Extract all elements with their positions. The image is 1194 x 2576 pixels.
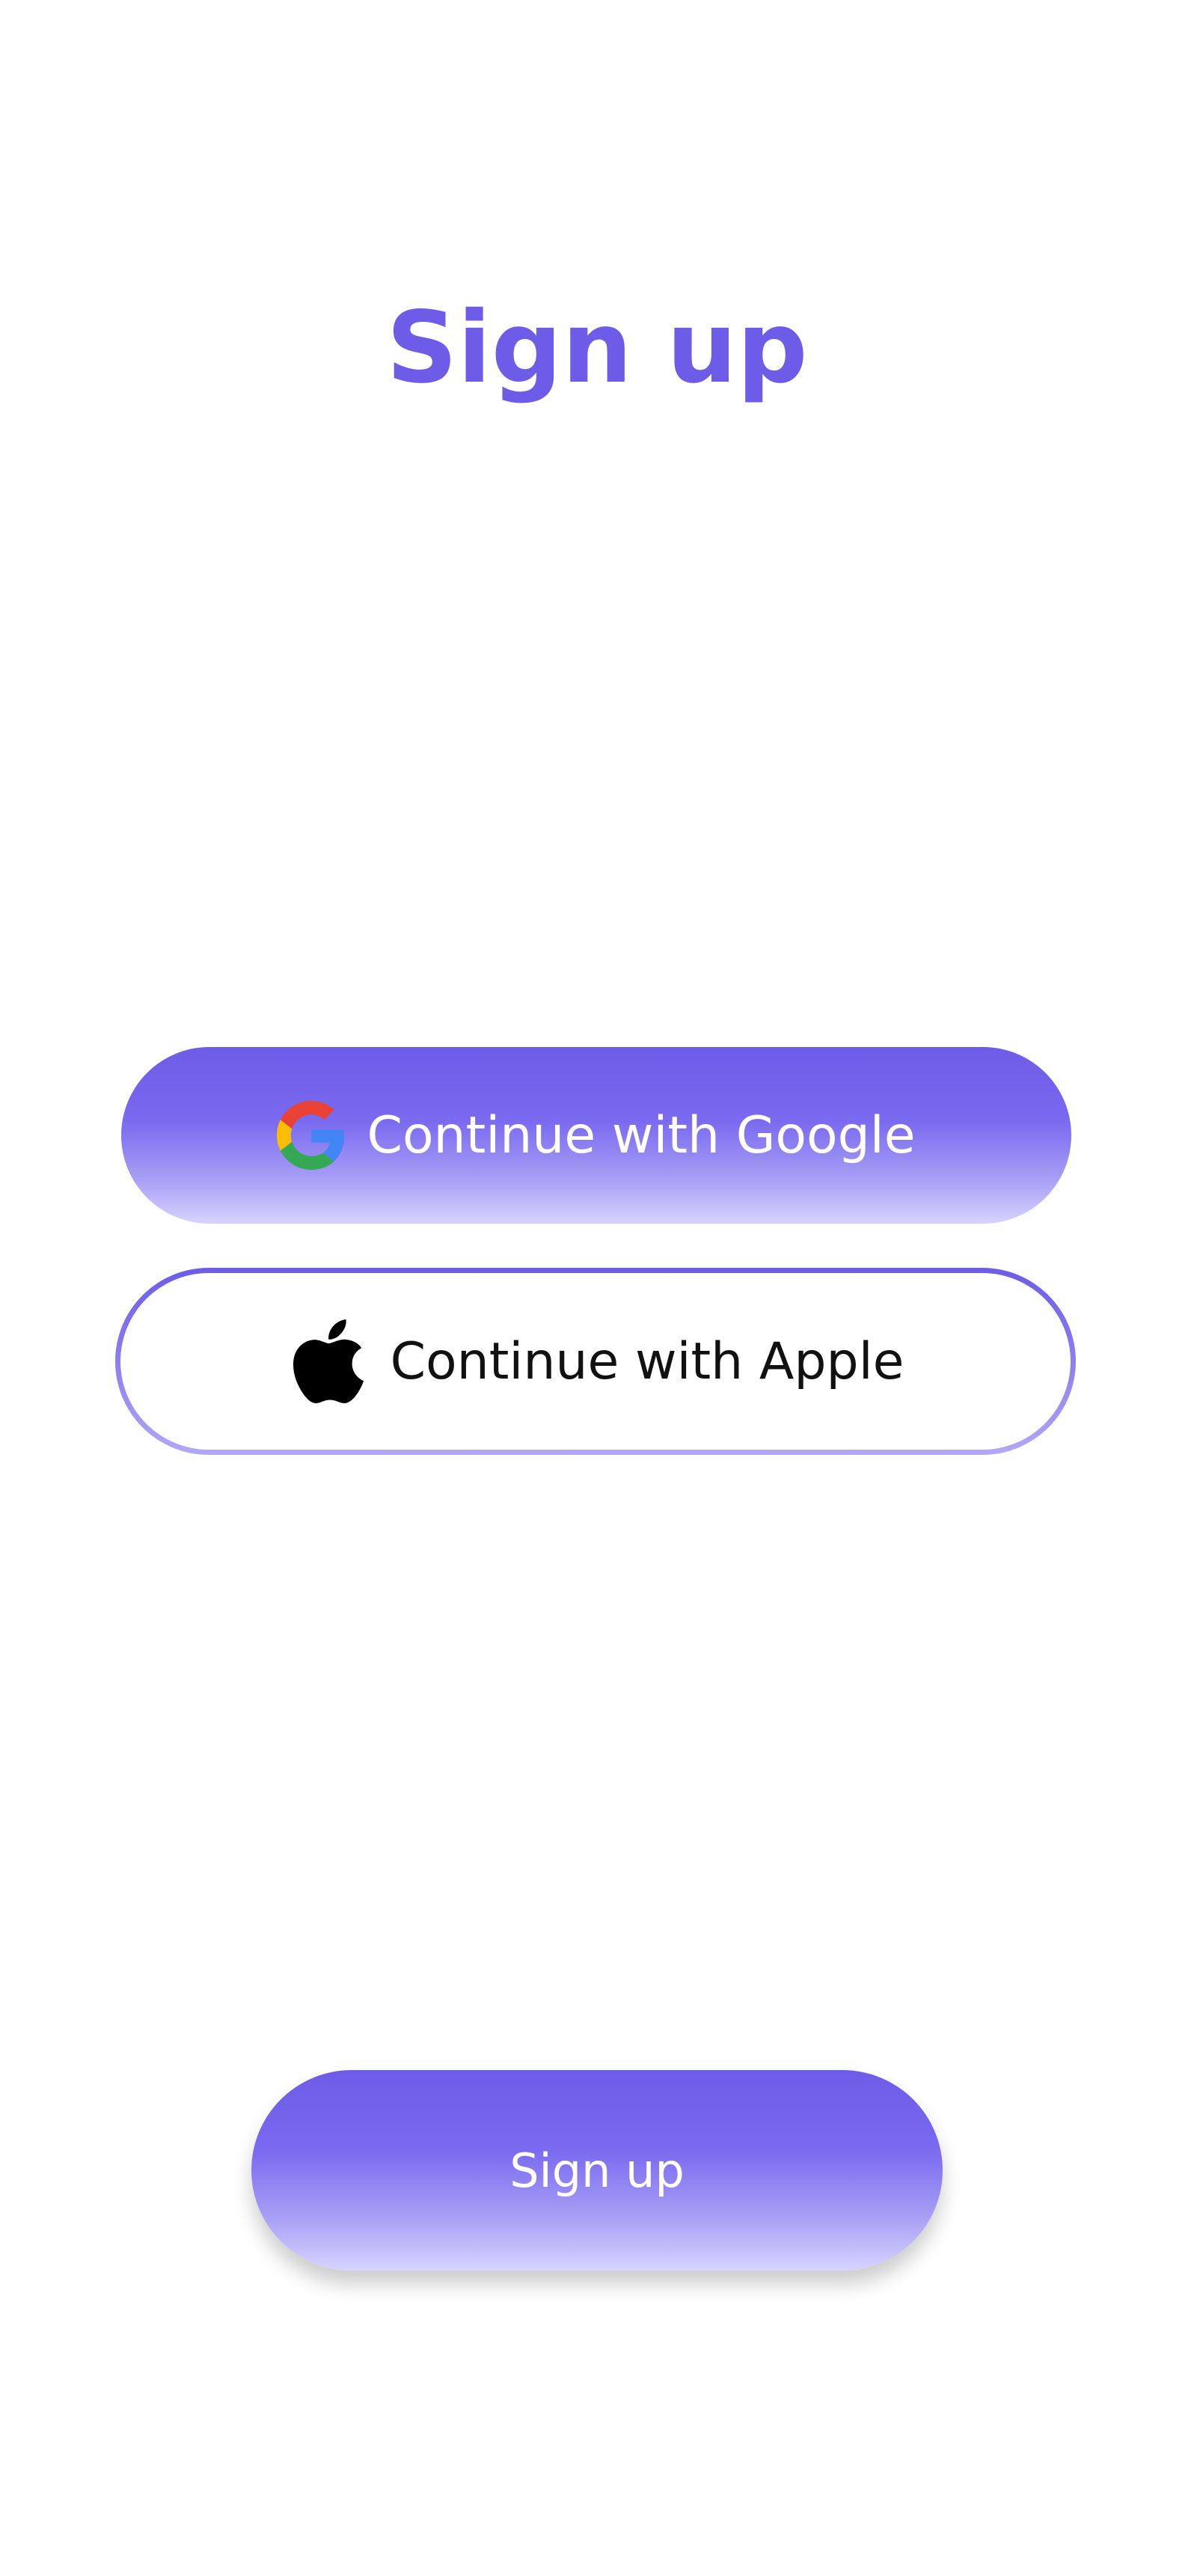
google-button-label: Continue with Google bbox=[367, 1105, 916, 1165]
continue-with-apple-button[interactable]: Continue with Apple bbox=[115, 1268, 1076, 1455]
continue-with-google-button[interactable]: Continue with Google bbox=[121, 1047, 1071, 1224]
sign-up-button-label: Sign up bbox=[509, 2143, 685, 2198]
page-title: Sign up bbox=[386, 290, 808, 406]
apple-button-label: Continue with Apple bbox=[390, 1331, 904, 1391]
google-logo-icon bbox=[277, 1101, 346, 1170]
apple-logo-icon bbox=[287, 1313, 370, 1409]
sign-up-button[interactable]: Sign up bbox=[251, 2070, 943, 2271]
